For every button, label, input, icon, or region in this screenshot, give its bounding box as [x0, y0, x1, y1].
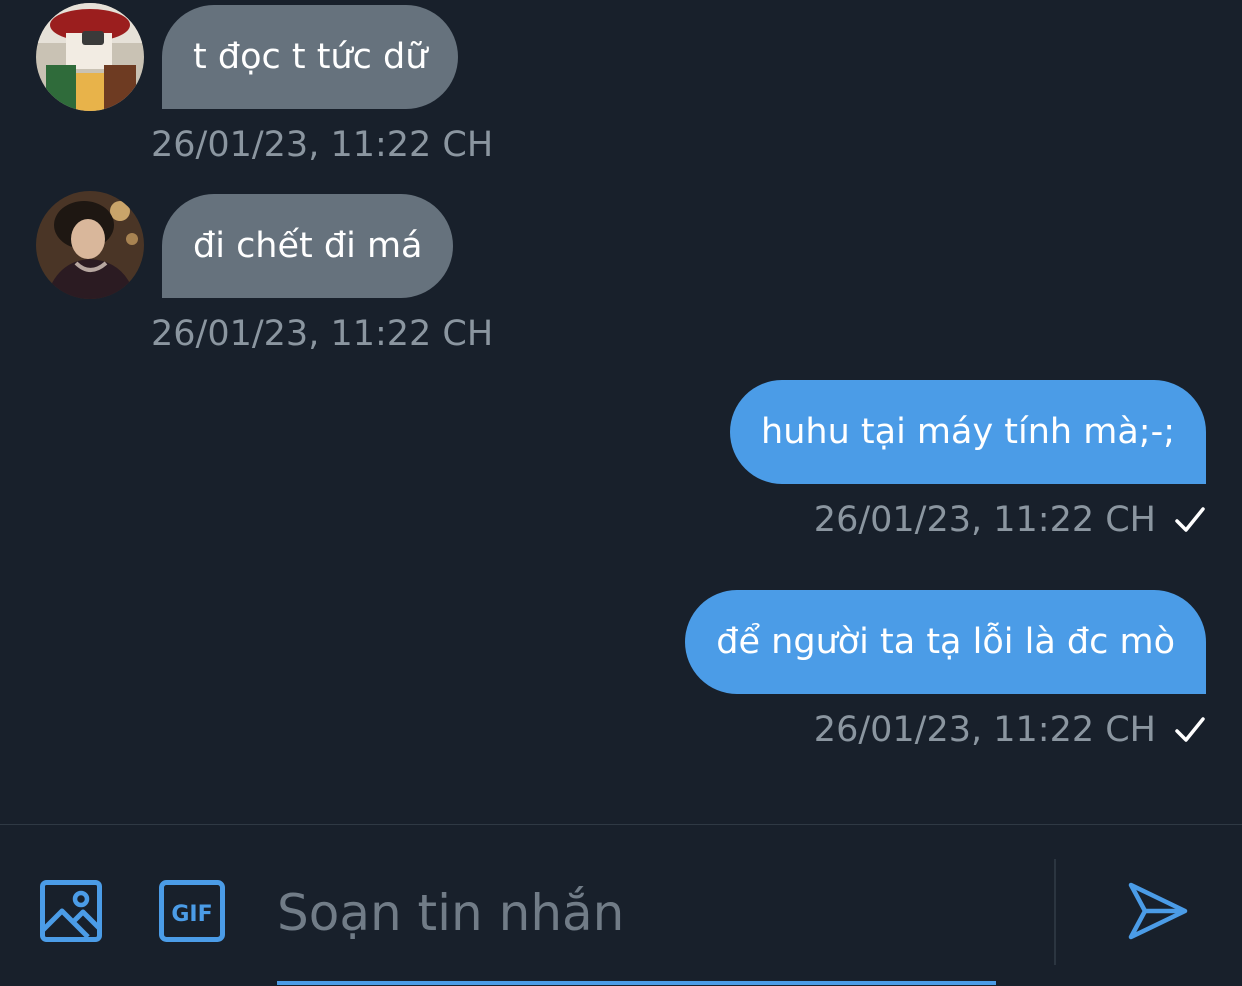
- composer-divider: [1054, 859, 1056, 965]
- message-text: để người ta tạ lỗi là đc mò: [716, 622, 1175, 662]
- message-text: t đọc t tức dữ: [193, 37, 428, 77]
- message-timestamp: 26/01/23, 11:22 CH: [151, 125, 494, 165]
- gif-icon[interactable]: GIF: [159, 880, 225, 942]
- message-timestamp: 26/01/23, 11:22 CH: [813, 710, 1156, 750]
- message-bubble-incoming[interactable]: đi chết đi má: [162, 194, 454, 298]
- message-text: đi chết đi má: [193, 226, 423, 266]
- message-input-wrapper: [277, 855, 996, 985]
- checkmark-icon: [1174, 714, 1206, 746]
- message-meta: 26/01/23, 11:22 CH: [814, 500, 1206, 540]
- message-timestamp: 26/01/23, 11:22 CH: [813, 500, 1156, 540]
- input-focus-underline: [277, 981, 996, 985]
- sender-avatar[interactable]: [36, 3, 144, 111]
- message-composer: GIF: [0, 824, 1242, 986]
- message-text: huhu tại máy tính mà;-;: [761, 412, 1175, 452]
- image-icon[interactable]: [40, 880, 102, 942]
- message-meta: 26/01/23, 11:22 CH: [814, 710, 1206, 750]
- message-timestamp: 26/01/23, 11:22 CH: [151, 314, 494, 354]
- message-bubble-incoming[interactable]: t đọc t tức dữ: [162, 5, 459, 109]
- message-input[interactable]: [277, 873, 977, 953]
- checkmark-icon: [1174, 504, 1206, 536]
- svg-text:GIF: GIF: [171, 902, 212, 927]
- message-bubble-outgoing[interactable]: huhu tại máy tính mà;-;: [730, 380, 1206, 484]
- send-icon[interactable]: [1127, 880, 1189, 942]
- sender-avatar[interactable]: [36, 191, 144, 299]
- message-bubble-outgoing[interactable]: để người ta tạ lỗi là đc mò: [685, 590, 1206, 694]
